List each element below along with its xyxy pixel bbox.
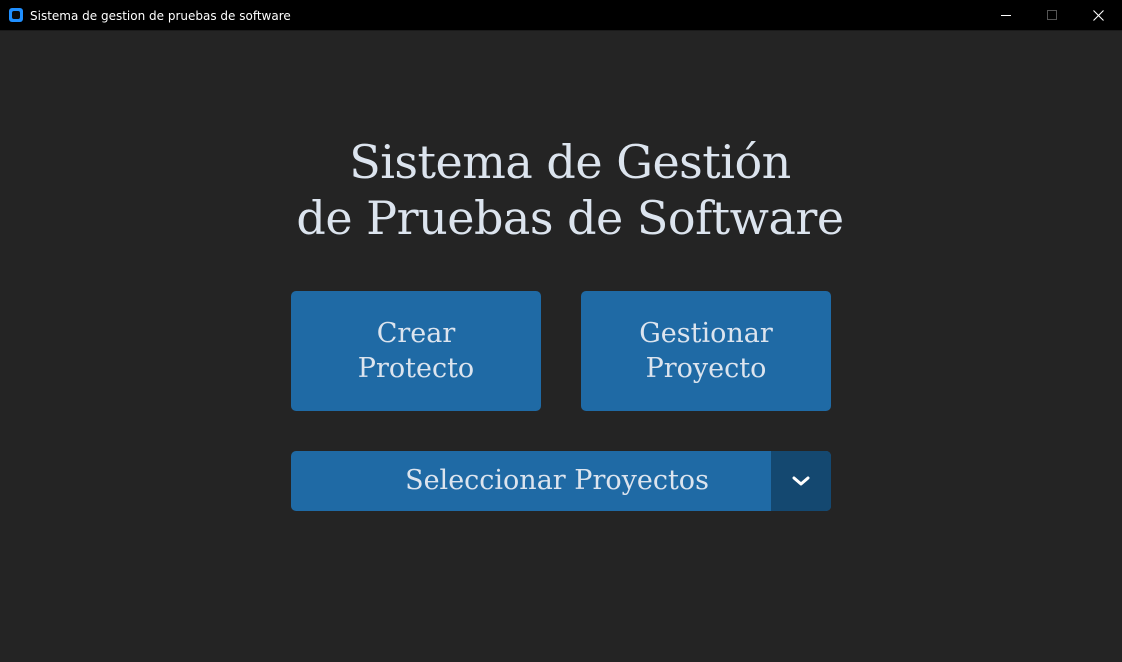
- crear-button-label-line-1: Crear: [376, 318, 456, 349]
- crear-button-label-line-2: Protecto: [357, 353, 475, 384]
- page-title: Sistema de Gestión de Pruebas de Softwar…: [0, 134, 1122, 246]
- chevron-down-icon: [792, 476, 810, 486]
- dropdown-arrow-button[interactable]: [771, 451, 831, 511]
- gestionar-button-label-line-1: Gestionar: [639, 318, 773, 349]
- minimize-icon: [1001, 15, 1011, 16]
- maximize-button[interactable]: [1029, 0, 1075, 31]
- window-title: Sistema de gestion de pruebas de softwar…: [30, 9, 291, 23]
- title-bar[interactable]: Sistema de gestion de pruebas de softwar…: [0, 0, 1122, 31]
- app-icon: [9, 8, 23, 22]
- app-window: Sistema de gestion de pruebas de softwar…: [0, 0, 1122, 662]
- project-select-value[interactable]: Seleccionar Proyectos: [291, 451, 823, 511]
- project-select-dropdown[interactable]: Seleccionar Proyectos: [291, 451, 831, 511]
- gestionar-proyecto-button[interactable]: Gestionar Proyecto: [581, 291, 831, 411]
- page-title-line-1: Sistema de Gestión: [349, 135, 791, 189]
- close-icon: [1093, 10, 1104, 21]
- maximize-icon: [1047, 10, 1057, 20]
- gestionar-button-label-line-2: Proyecto: [645, 353, 767, 384]
- minimize-button[interactable]: [983, 0, 1029, 31]
- close-button[interactable]: [1075, 0, 1121, 31]
- page-title-line-2: de Pruebas de Software: [296, 191, 844, 245]
- crear-proyecto-button[interactable]: Crear Protecto: [291, 291, 541, 411]
